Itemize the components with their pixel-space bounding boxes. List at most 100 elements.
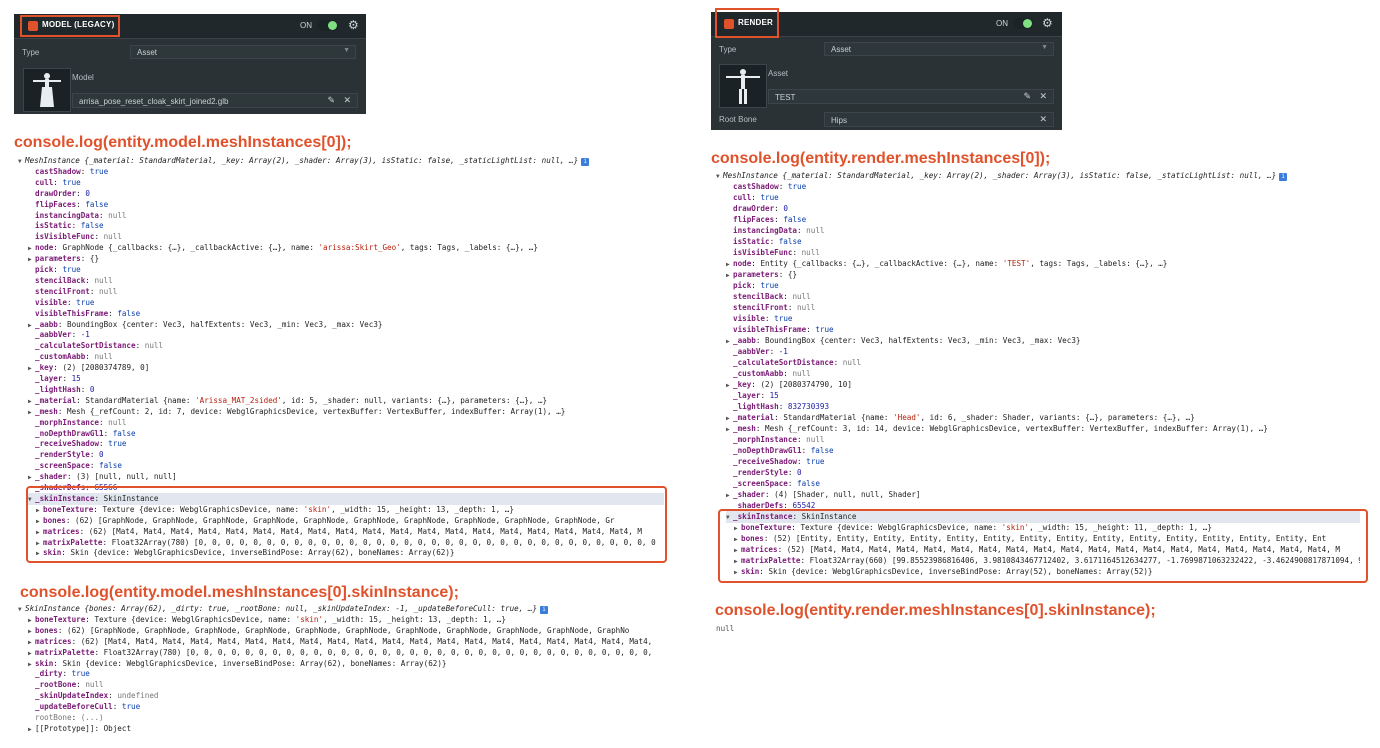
- property-key: _noDepthDrawGl1: [35, 428, 104, 438]
- property-value: (...): [80, 713, 104, 722]
- character-preview-icon: [24, 69, 70, 111]
- root-bone-field[interactable]: Hips ✕: [824, 112, 1054, 127]
- property-key: _receiveShadow: [35, 439, 100, 449]
- console-property-row: _aabbVer: -1: [28, 329, 664, 340]
- console-property-row: _renderStyle: 0: [726, 467, 1360, 478]
- right-mesh-heading: console.log(entity.render.meshInstances[…: [711, 150, 1051, 167]
- property-separator: :: [99, 439, 109, 449]
- property-key: skin: [35, 658, 54, 668]
- console-property-row: _receiveShadow: true: [28, 438, 664, 449]
- property-value: StandardMaterial {name: 'Arissa_MAT_2sid…: [85, 395, 548, 405]
- property-key: _morphInstance: [733, 435, 798, 444]
- property-separator: :: [76, 395, 86, 405]
- model-thumbnail[interactable]: [23, 68, 71, 112]
- property-key: isVisibleFunc: [733, 248, 793, 257]
- property-value: BoundingBox {center: Vec3, halfExtents: …: [67, 319, 383, 329]
- console-property-row: _calculateSortDistance: null: [28, 340, 664, 351]
- property-key: stencilBack: [733, 292, 784, 301]
- property-key: boneTexture: [35, 614, 86, 624]
- expanded-triangle-icon[interactable]: ▼: [716, 171, 723, 182]
- left-mesh-heading: console.log(entity.model.meshInstances[0…: [14, 134, 352, 151]
- property-key: node: [35, 243, 54, 253]
- property-separator: :: [778, 402, 788, 411]
- model-component-icon: [28, 21, 38, 31]
- console-property-row: visibleThisFrame: true: [726, 324, 1360, 335]
- property-value: 15: [769, 391, 779, 400]
- type-select[interactable]: Asset ▼: [130, 45, 356, 59]
- property-value: null: [801, 248, 820, 257]
- property-separator: :: [71, 330, 81, 340]
- console-property-row: _renderStyle: 0: [28, 449, 664, 460]
- model-asset-field[interactable]: arrisa_pose_reset_cloak_skirt_joined2.gl…: [72, 93, 358, 108]
- render-thumbnail[interactable]: [719, 64, 767, 108]
- property-separator: :: [792, 248, 802, 257]
- property-key: rootBone: [35, 713, 72, 722]
- property-key: flipFaces: [35, 199, 77, 209]
- property-value: false: [99, 461, 122, 471]
- console-property-row: _noDepthDrawGl1: false: [28, 428, 664, 439]
- property-value: {}: [89, 254, 100, 264]
- property-key: _aabbVer: [35, 330, 72, 340]
- property-value: undefined: [117, 691, 159, 701]
- property-separator: :: [71, 636, 81, 646]
- property-key: visible: [733, 314, 766, 323]
- property-value: null: [806, 226, 825, 235]
- info-icon[interactable]: i: [581, 158, 590, 166]
- root-bone-label: Root Bone: [719, 115, 757, 124]
- property-key: _noDepthDrawGl1: [733, 446, 802, 455]
- console-property-row: _morphInstance: null: [726, 434, 1360, 445]
- property-value: true: [760, 281, 779, 290]
- property-separator: :: [62, 374, 72, 383]
- console-property-row: _receiveShadow: true: [726, 456, 1360, 467]
- property-value: Entity {_callbacks: {…}, _callbackActive…: [760, 259, 1168, 268]
- property-value: Object: [103, 723, 132, 733]
- property-key: stencilFront: [733, 303, 788, 312]
- edit-icon[interactable]: ✎: [327, 95, 335, 106]
- property-separator: :: [76, 188, 86, 198]
- on-label: ON: [996, 19, 1008, 28]
- toggle-knob: [328, 21, 337, 30]
- property-value: 832730393: [787, 402, 830, 411]
- property-value: false: [117, 308, 141, 318]
- console-property-row: _dirty: true: [28, 668, 678, 679]
- console-property-row: drawOrder: 0: [28, 188, 664, 199]
- property-value: 0: [89, 384, 95, 394]
- property-separator: :: [135, 341, 145, 351]
- render-asset-field[interactable]: TEST ✎ ✕: [768, 89, 1054, 104]
- type-select[interactable]: Asset ▼: [824, 42, 1054, 56]
- console-property-row[interactable]: ▶ [[Prototype]]: Object: [28, 723, 678, 735]
- close-icon[interactable]: ✕: [343, 95, 351, 106]
- close-icon[interactable]: ✕: [1039, 91, 1047, 102]
- expanded-triangle-icon[interactable]: ▼: [18, 604, 25, 615]
- property-value: true: [806, 457, 825, 466]
- gear-icon[interactable]: ⚙: [1042, 16, 1053, 30]
- property-separator: :: [755, 424, 766, 433]
- console-property-row: _layer: 15: [28, 373, 664, 384]
- property-key: instancingData: [35, 210, 100, 220]
- console-property-row: _aabbVer: -1: [726, 346, 1360, 357]
- property-separator: :: [112, 702, 122, 712]
- property-separator: :: [769, 347, 779, 356]
- property-key: _aabbVer: [733, 347, 770, 356]
- type-select-value: Asset: [831, 45, 852, 54]
- info-icon[interactable]: i: [1279, 173, 1288, 181]
- property-value: true: [108, 439, 127, 449]
- property-separator: :: [765, 490, 775, 499]
- enabled-toggle[interactable]: [1013, 18, 1033, 29]
- left-skin-instance-highlight: [26, 486, 667, 563]
- console-property-row: pick: true: [28, 264, 664, 275]
- expanded-triangle-icon[interactable]: ▼: [18, 156, 25, 167]
- info-icon[interactable]: i: [540, 606, 549, 614]
- property-separator: :: [57, 625, 68, 635]
- close-icon[interactable]: ✕: [1039, 114, 1047, 125]
- console-property-row: flipFaces: false: [726, 214, 1360, 225]
- property-separator: :: [99, 417, 109, 427]
- console-property-row: stencilBack: null: [726, 291, 1360, 302]
- render-component-icon: [724, 19, 734, 29]
- edit-icon[interactable]: ✎: [1023, 91, 1031, 102]
- property-separator: :: [797, 226, 807, 235]
- property-key: _lightHash: [35, 384, 81, 394]
- gear-icon[interactable]: ⚙: [348, 18, 359, 32]
- collapsed-triangle-icon[interactable]: ▶: [28, 724, 35, 735]
- enabled-toggle[interactable]: [318, 20, 338, 31]
